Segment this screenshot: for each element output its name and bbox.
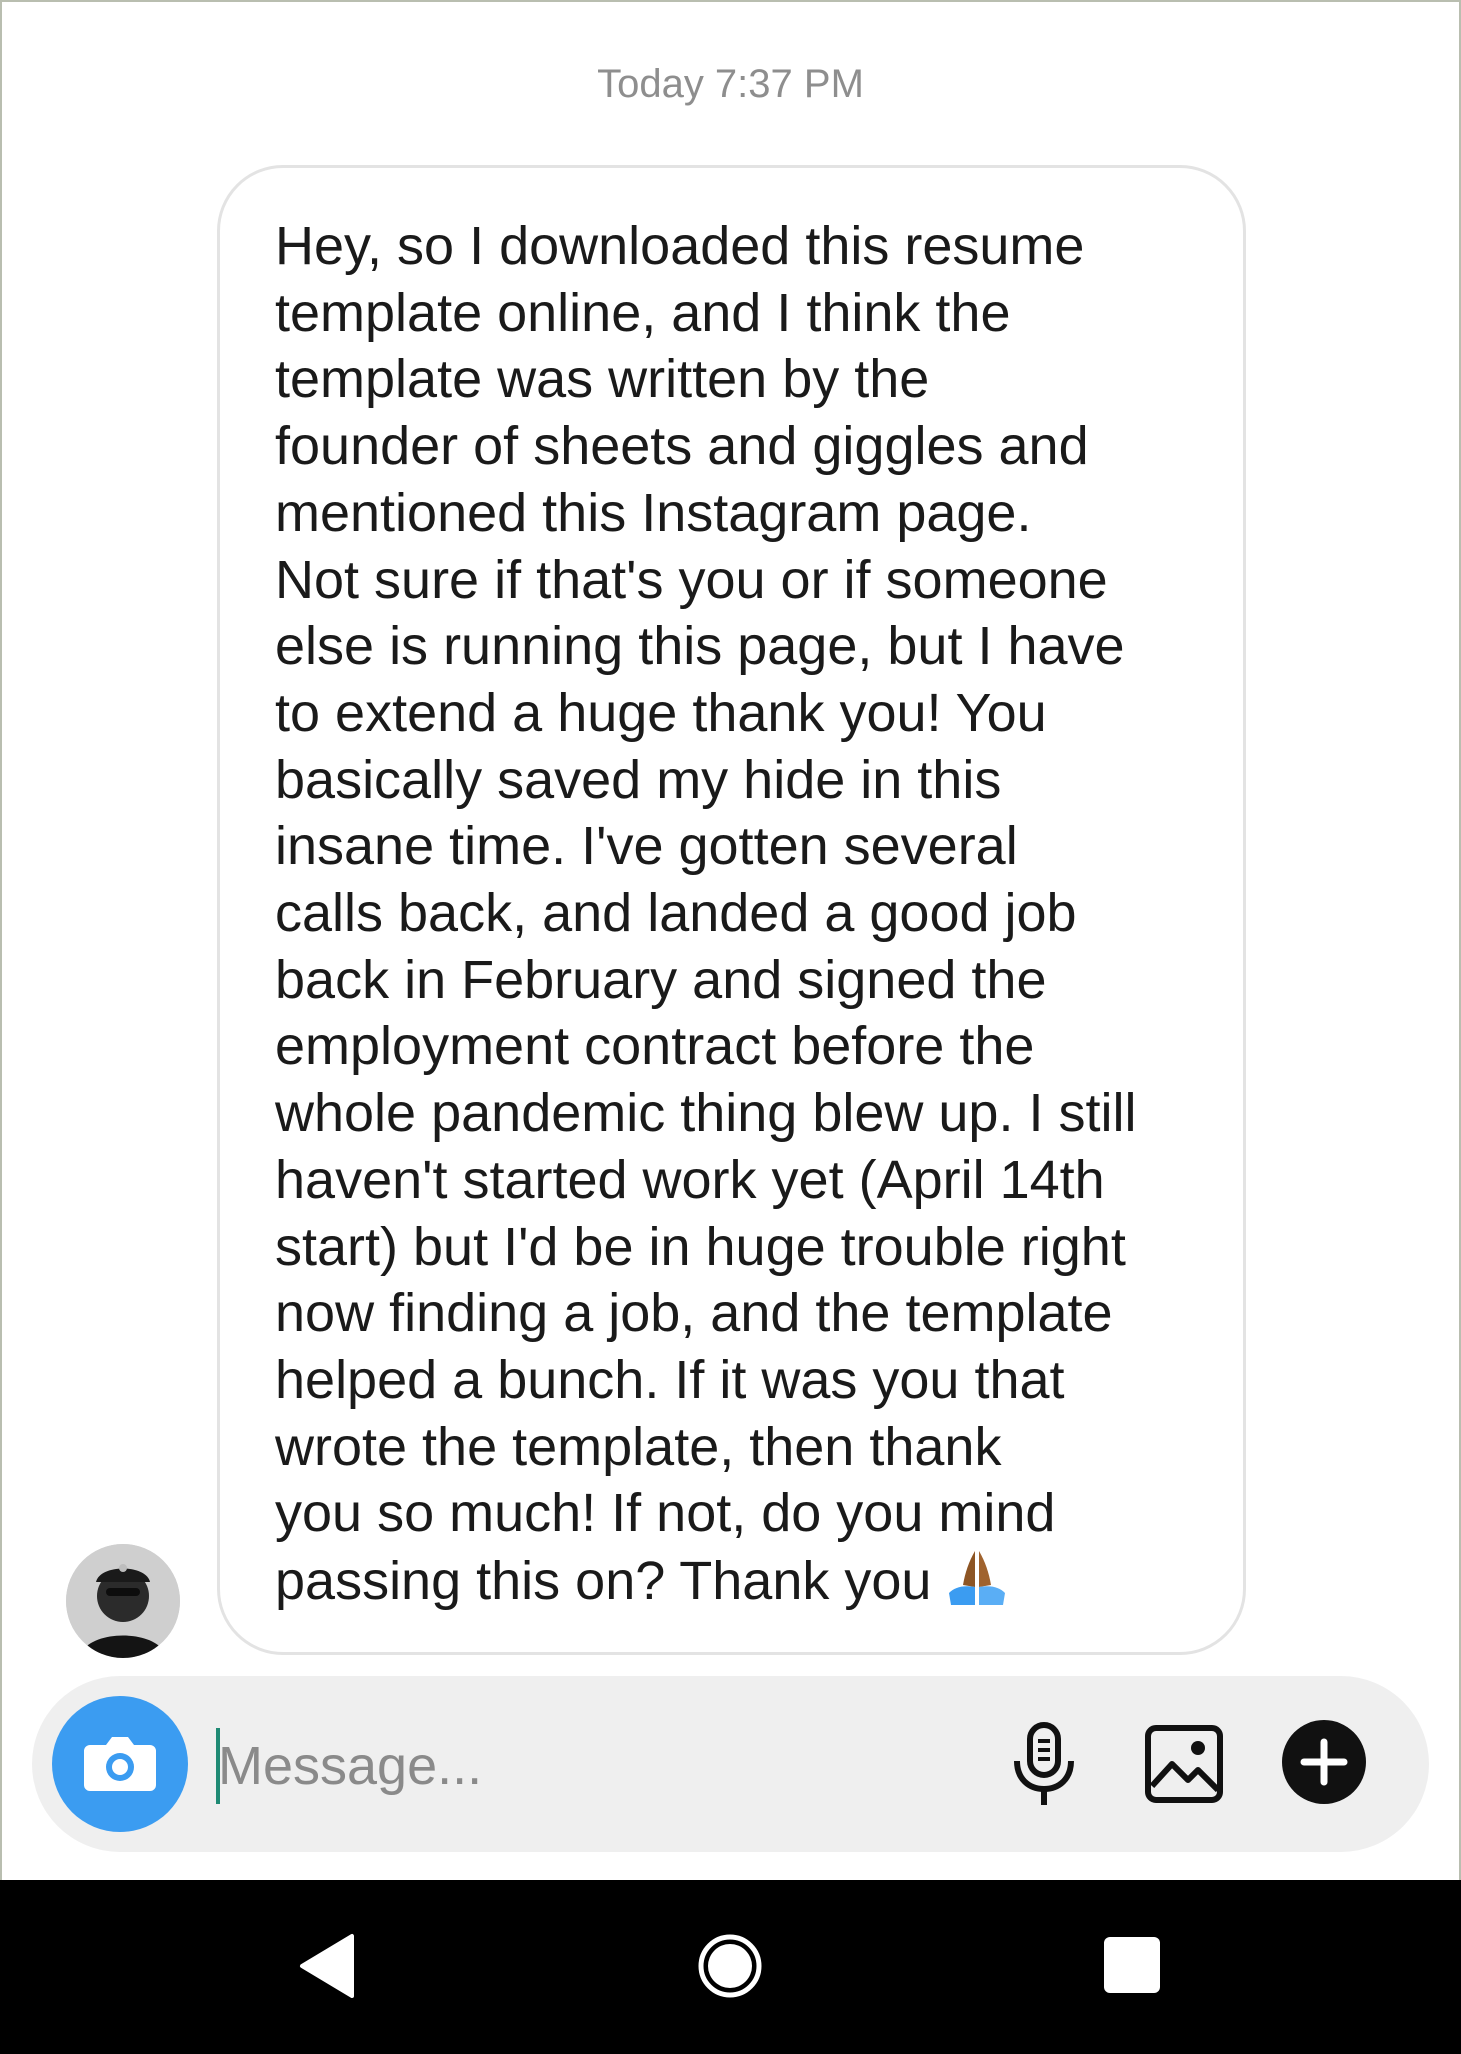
message-bubble[interactable]: Hey, so I downloaded this resume templat… — [217, 165, 1246, 1655]
message-input[interactable] — [218, 1716, 978, 1816]
gallery-button[interactable] — [1142, 1724, 1226, 1808]
message-composer — [32, 1676, 1429, 1852]
microphone-button[interactable] — [1004, 1721, 1084, 1814]
back-button[interactable] — [296, 1932, 356, 2000]
microphone-icon — [1011, 1721, 1077, 1814]
image-icon — [1144, 1724, 1224, 1809]
recents-button[interactable] — [1104, 1937, 1160, 1993]
message-text: Hey, so I downloaded this resume templat… — [275, 216, 1137, 1612]
home-circle-icon — [696, 1934, 764, 2004]
avatar[interactable] — [66, 1544, 180, 1658]
back-triangle-icon — [296, 1934, 356, 2004]
home-button[interactable] — [696, 1932, 764, 2000]
plus-icon — [1282, 1719, 1366, 1809]
add-more-button[interactable] — [1280, 1719, 1368, 1809]
camera-button[interactable] — [52, 1696, 188, 1832]
folded-hands-icon — [945, 1547, 1009, 1623]
thread-timestamp: Today 7:37 PM — [597, 62, 864, 106]
system-navigation-bar — [0, 1880, 1461, 2054]
camera-icon — [82, 1731, 158, 1798]
message-text-container: Hey, so I downloaded this resume templat… — [275, 213, 1235, 1623]
